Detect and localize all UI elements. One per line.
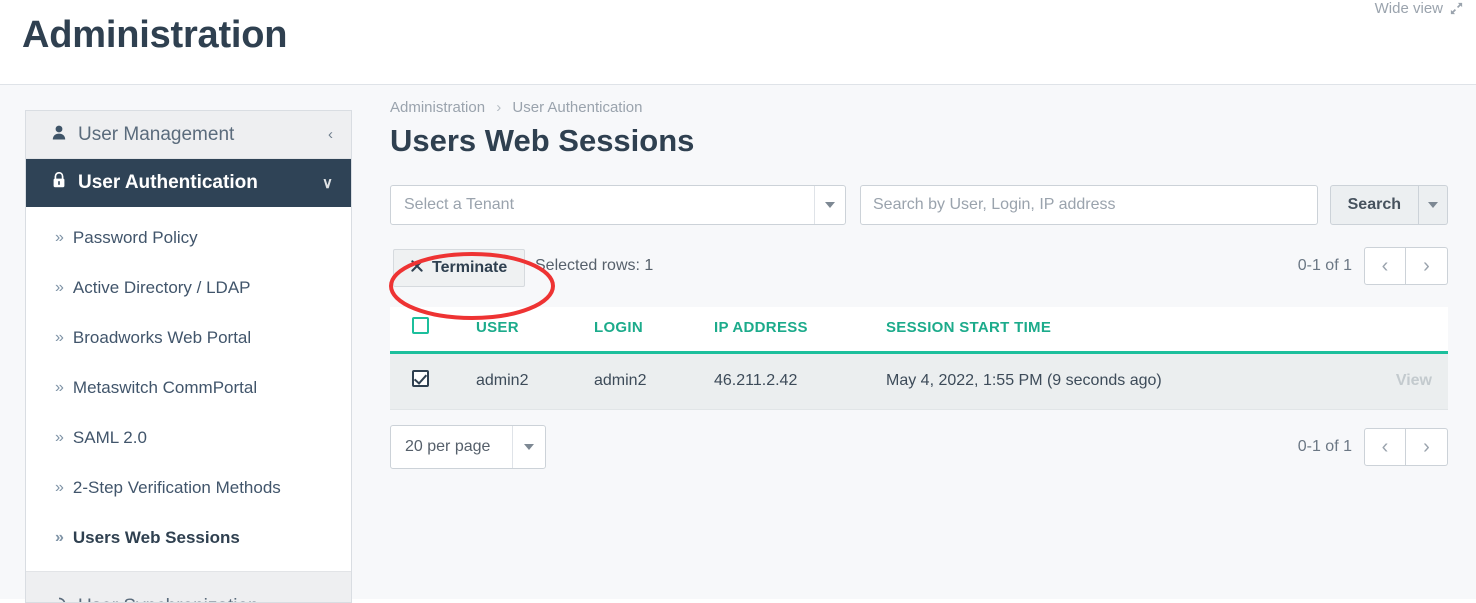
breadcrumb-leaf[interactable]: User Authentication (512, 99, 642, 116)
cell-session-start-time: May 4, 2022, 1:55 PM (9 seconds ago) (886, 352, 1340, 410)
column-header-user[interactable]: USER (476, 307, 594, 354)
sidebar-item-2-step-verification-methods[interactable]: » 2-Step Verification Methods (26, 463, 351, 513)
next-page-button[interactable]: › (1406, 247, 1448, 285)
action-row: Terminate Selected rows: 1 0-1 of 1 ‹ › (390, 243, 1448, 287)
sidebar-item-label: SAML 2.0 (72, 428, 147, 447)
chevron-double-right-icon: » (55, 379, 64, 396)
sidebar-item-users-web-sessions[interactable]: » Users Web Sessions (26, 513, 351, 563)
row-checkbox[interactable] (412, 370, 429, 387)
page-title: Administration (22, 14, 288, 56)
pagination-buttons: ‹ › (1364, 247, 1448, 285)
pagination-bottom: 0-1 of 1 ‹ › (1298, 428, 1448, 466)
x-icon (411, 259, 423, 277)
sidebar-item-label: Password Policy (72, 228, 198, 247)
pagination-range: 0-1 of 1 (1297, 257, 1352, 274)
breadcrumb: Administration › User Authentication (390, 99, 642, 116)
column-header-actions (1340, 307, 1448, 354)
cell-actions: View (1340, 352, 1448, 410)
next-page-button[interactable]: › (1406, 428, 1448, 466)
tenant-select-placeholder: Select a Tenant (404, 196, 515, 213)
sidebar-item-label: 2-Step Verification Methods (72, 478, 281, 497)
cell-user: admin2 (476, 352, 594, 410)
sidebar-group-label: User Authentication (78, 171, 258, 193)
footer-row: 20 per page 0-1 of 1 ‹ › (390, 425, 1448, 469)
sidebar-group-user-management[interactable]: User Management ‹ (26, 111, 351, 159)
previous-page-button[interactable]: ‹ (1364, 247, 1406, 285)
section-title: Users Web Sessions (390, 123, 695, 158)
select-all-checkbox[interactable] (412, 317, 429, 334)
content-area: User Management ‹ User Authentication ∨ … (0, 85, 1476, 603)
chevron-down-icon (814, 186, 845, 224)
selected-rows-count: Selected rows: 1 (535, 257, 654, 274)
pagination-buttons: ‹ › (1364, 428, 1448, 466)
chevron-double-right-icon: » (55, 479, 64, 496)
sidebar: User Management ‹ User Authentication ∨ … (25, 110, 352, 603)
breadcrumb-separator: › (496, 99, 502, 116)
chevron-double-right-icon: » (55, 229, 64, 246)
chevron-double-right-icon: » (55, 279, 64, 296)
chevron-down-icon (512, 426, 545, 468)
sidebar-item-saml-2-0[interactable]: » SAML 2.0 (26, 413, 351, 463)
lock-icon (48, 171, 70, 193)
search-button-group: Search (1329, 185, 1448, 225)
select-all-header (390, 307, 476, 354)
sidebar-item-broadworks-web-portal[interactable]: » Broadworks Web Portal (26, 313, 351, 363)
pagination-range: 0-1 of 1 (1297, 438, 1352, 455)
sidebar-group-user-authentication[interactable]: User Authentication ∨ (26, 159, 351, 207)
per-page-select[interactable]: 20 per page (390, 425, 546, 469)
view-link[interactable]: View (1396, 372, 1432, 389)
sessions-table: USER LOGIN IP ADDRESS SESSION START TIME… (390, 307, 1448, 410)
sidebar-group-label: User Synchronization (78, 596, 333, 602)
chevron-double-right-icon: » (55, 529, 64, 546)
chevron-double-right-icon: » (55, 429, 64, 446)
sidebar-item-label: Metaswitch CommPortal (72, 378, 258, 397)
chevron-double-right-icon: » (55, 329, 64, 346)
terminate-button-label: Terminate (432, 259, 508, 276)
column-header-ip-address[interactable]: IP ADDRESS (714, 307, 886, 354)
sidebar-item-label: Active Directory / LDAP (72, 278, 251, 297)
search-button[interactable]: Search (1329, 185, 1419, 225)
column-header-login[interactable]: LOGIN (594, 307, 714, 354)
sidebar-item-password-policy[interactable]: » Password Policy (26, 213, 351, 263)
previous-page-button[interactable]: ‹ (1364, 428, 1406, 466)
search-options-dropdown-button[interactable] (1419, 185, 1448, 225)
row-select-cell (390, 352, 476, 410)
sidebar-item-active-directory-ldap[interactable]: » Active Directory / LDAP (26, 263, 351, 313)
table-header-row: USER LOGIN IP ADDRESS SESSION START TIME (390, 307, 1448, 354)
chevron-down-icon: ∨ (322, 174, 333, 192)
filter-row: Select a Tenant Search (390, 185, 1448, 225)
sidebar-item-label: Users Web Sessions (72, 528, 240, 547)
breadcrumb-root[interactable]: Administration (390, 99, 485, 116)
wide-view-toggle[interactable]: Wide view (1375, 0, 1464, 17)
chevron-left-icon: ‹ (328, 126, 333, 143)
tenant-select[interactable]: Select a Tenant (390, 185, 846, 225)
expand-arrows-icon (1449, 1, 1464, 16)
main-panel: Administration › User Authentication Use… (390, 85, 1476, 599)
sidebar-item-metaswitch-commportal[interactable]: » Metaswitch CommPortal (26, 363, 351, 413)
cell-ip-address: 46.211.2.42 (714, 352, 886, 410)
sidebar-group-label: User Management (78, 123, 235, 145)
table-row[interactable]: admin2 admin2 46.211.2.42 May 4, 2022, 1… (390, 352, 1448, 410)
sidebar-submenu: » Password Policy » Active Directory / L… (26, 207, 351, 571)
sync-icon (48, 596, 70, 602)
user-icon (48, 125, 70, 145)
wide-view-label: Wide view (1374, 0, 1443, 17)
terminate-button[interactable]: Terminate (393, 249, 526, 287)
column-header-session-start-time[interactable]: SESSION START TIME (886, 307, 1340, 354)
sidebar-group-user-synchronization[interactable]: User Synchronization (26, 571, 351, 602)
top-bar: Administration Wide view (0, 0, 1476, 85)
search-input[interactable] (860, 185, 1318, 225)
per-page-value: 20 per page (405, 438, 491, 455)
sidebar-item-label: Broadworks Web Portal (72, 328, 252, 347)
cell-login: admin2 (594, 352, 714, 410)
pagination-top: 0-1 of 1 ‹ › (1298, 247, 1448, 285)
chevron-down-icon (1428, 202, 1438, 208)
